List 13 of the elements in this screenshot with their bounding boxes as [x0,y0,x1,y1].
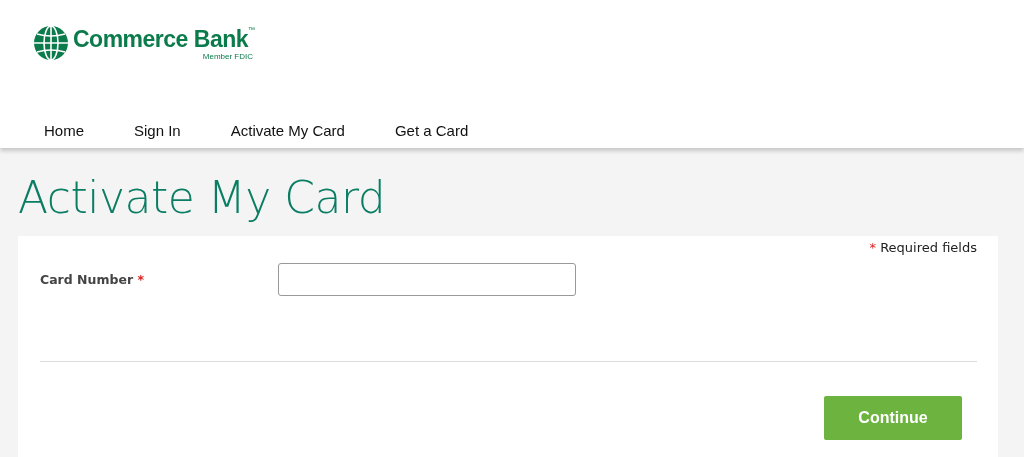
logo-tagline: Member FDIC [202,51,254,61]
page-title: Activate My Card [18,171,387,225]
nav-link[interactable]: Activate My Card [230,122,345,139]
required-asterisk: * [869,240,877,255]
required-note: Required fields [880,240,977,255]
globe-icon [33,25,69,61]
nav-link[interactable]: Get a Card [394,122,469,139]
nav-link[interactable]: Home [44,122,84,139]
nav-link[interactable]: Sign In [134,122,181,139]
logo-text: Commerce Bank [73,25,249,52]
field-label: Card Number [40,271,134,287]
input-field[interactable] [278,262,576,296]
required-asterisk: * [137,271,144,287]
